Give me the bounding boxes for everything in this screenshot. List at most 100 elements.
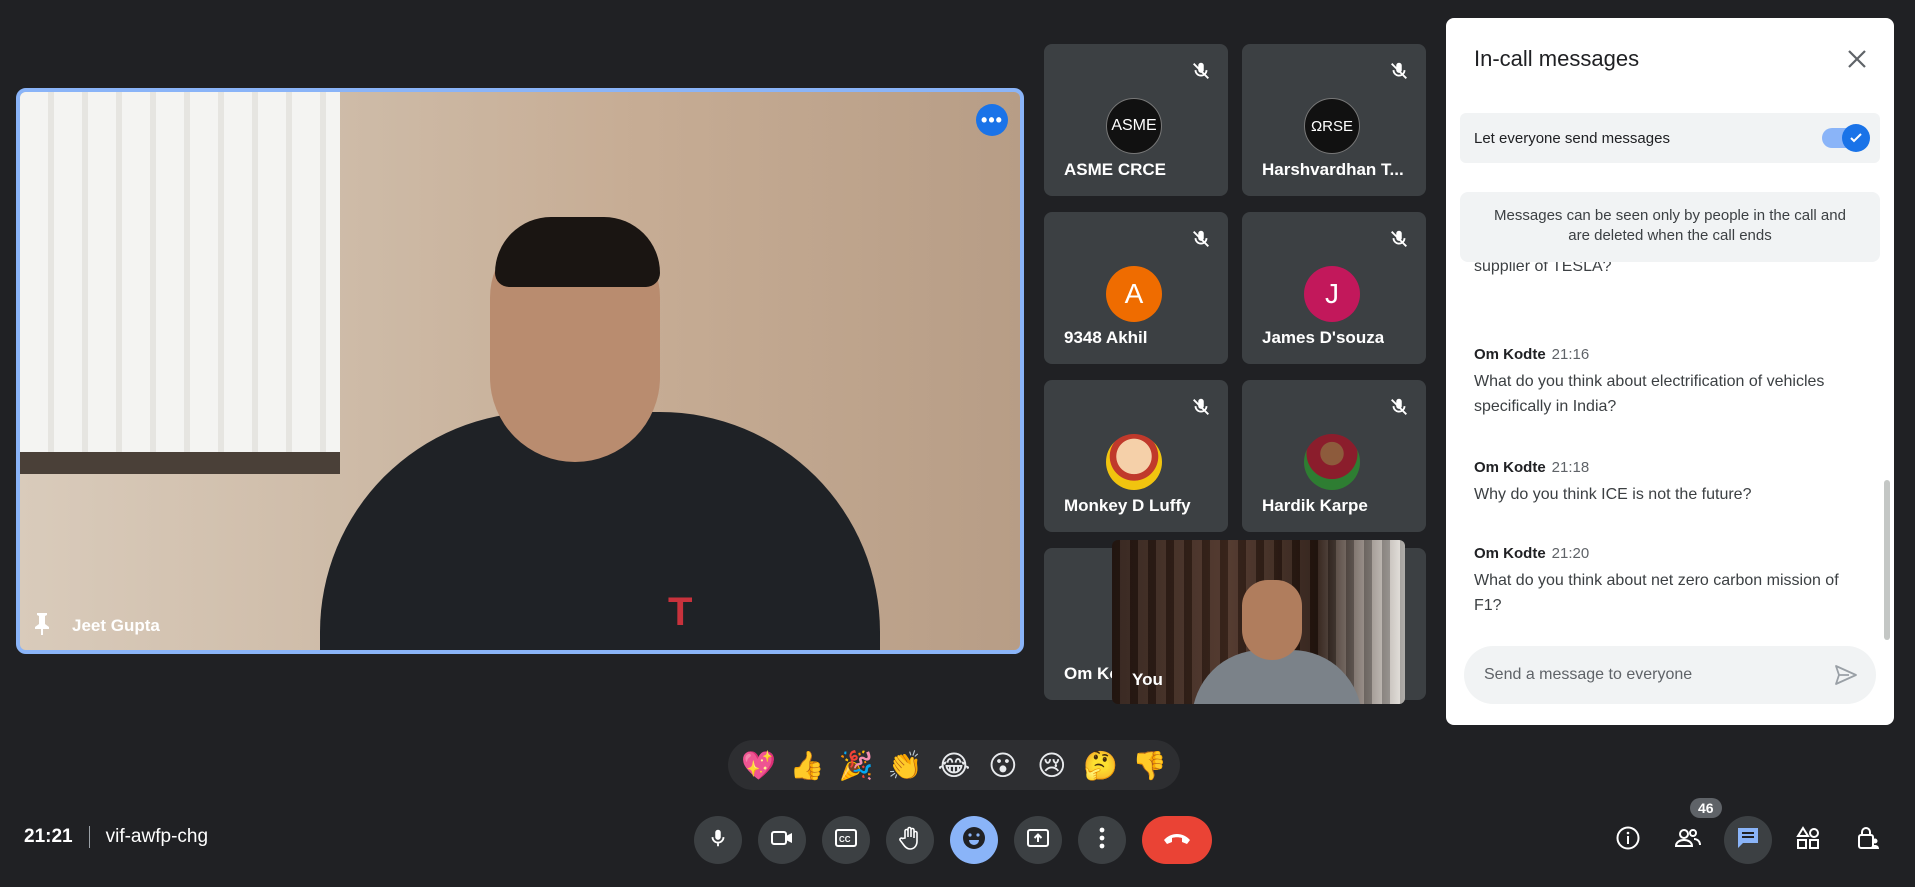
present-screen-icon <box>1026 827 1050 854</box>
message-text: What do you think about net zero carbon … <box>1474 572 1839 614</box>
video-shelf <box>20 452 340 474</box>
participant-avatar <box>1106 434 1162 490</box>
meeting-details-button[interactable] <box>1604 816 1652 864</box>
more-options-button[interactable]: ••• <box>976 104 1008 136</box>
people-icon <box>1674 826 1702 855</box>
mic-off-icon <box>1386 394 1412 420</box>
present-screen-button[interactable] <box>1014 816 1062 864</box>
message-sender: Om Kodte <box>1474 459 1546 476</box>
reaction-thumbs-up[interactable]: 👍 <box>785 743 829 787</box>
reaction-laugh[interactable]: 😂 <box>932 743 976 787</box>
participant-avatar: A <box>1106 266 1162 322</box>
let-everyone-send-toggle[interactable] <box>1822 124 1870 152</box>
participant-tile[interactable]: Monkey D Luffy <box>1044 380 1228 532</box>
reaction-clap[interactable]: 👏 <box>883 743 927 787</box>
microphone-icon <box>707 827 729 854</box>
mic-off-icon <box>1188 394 1214 420</box>
chat-icon <box>1735 825 1761 856</box>
message-sender: Om Kodte <box>1474 545 1546 562</box>
toggle-label: Let everyone send messages <box>1474 129 1670 147</box>
chat-button[interactable] <box>1724 816 1772 864</box>
camera-button[interactable] <box>758 816 806 864</box>
speaker-name: Jeet Gupta <box>72 615 160 635</box>
message-text-partial: supplier of TESLA? <box>1474 262 1612 275</box>
participant-avatar: ASME <box>1106 98 1162 154</box>
message-text: Why do you think ICE is not the future? <box>1474 486 1752 503</box>
svg-text:CC: CC <box>839 835 851 844</box>
main-speaker-tile[interactable]: T ••• Jeet Gupta <box>16 88 1024 654</box>
participant-tile[interactable]: Hardik Karpe <box>1242 380 1426 532</box>
mic-off-icon <box>1386 226 1412 252</box>
close-icon[interactable] <box>1842 44 1872 74</box>
emoji-icon <box>961 825 987 856</box>
participant-avatar: ΩRSE <box>1304 98 1360 154</box>
message-time: 21:20 <box>1551 545 1590 562</box>
reaction-sad[interactable]: 😢 <box>1030 743 1074 787</box>
divider <box>88 826 90 848</box>
raise-hand-button[interactable] <box>886 816 934 864</box>
participant-name: Hardik Karpe <box>1262 496 1368 515</box>
message-text: What do you think about electrification … <box>1474 373 1825 415</box>
mic-off-icon <box>1188 58 1214 84</box>
reaction-party[interactable]: 🎉 <box>834 743 878 787</box>
chat-message: Om Kodte 21:20 What do you think about ne… <box>1474 545 1866 618</box>
participant-name: ASME CRCE <box>1064 160 1167 179</box>
self-view-tile[interactable]: You <box>1112 540 1405 704</box>
chat-notice: Messages can be seen only by people in t… <box>1460 192 1880 262</box>
participant-tile[interactable]: A 9348 Akhil <box>1044 212 1228 364</box>
reaction-bar: 💖 👍 🎉 👏 😂 😮 😢 🤔 👎 <box>728 740 1180 790</box>
reaction-heart[interactable]: 💖 <box>736 743 780 787</box>
mic-off-icon <box>1188 226 1214 252</box>
chat-message: Om Kodte 21:16 What do you think about el… <box>1474 346 1866 419</box>
participant-name: 9348 Akhil <box>1064 328 1148 347</box>
chat-scrollbar[interactable] <box>1884 480 1890 640</box>
message-list: supplier of TESLA? Om Kodte 21:16 What do… <box>1446 262 1894 642</box>
side-controls <box>1604 816 1892 864</box>
end-call-icon <box>1162 831 1192 850</box>
participant-tile[interactable]: J James D'souza <box>1242 212 1426 364</box>
participant-name: Monkey D Luffy <box>1064 496 1191 515</box>
chat-panel-title: In-call messages <box>1474 46 1640 71</box>
participant-tile[interactable]: ΩRSE Harshvardhan T... <box>1242 44 1426 196</box>
people-button[interactable] <box>1664 816 1712 864</box>
raise-hand-icon <box>899 826 921 855</box>
participant-name: Harshvardhan T... <box>1262 160 1404 179</box>
participant-avatar: J <box>1304 266 1360 322</box>
activities-button[interactable] <box>1784 816 1832 864</box>
self-view-label: You <box>1132 670 1163 689</box>
more-options-menu-button[interactable] <box>1078 816 1126 864</box>
people-count-badge: 46 <box>1690 798 1722 818</box>
microphone-button[interactable] <box>694 816 742 864</box>
check-icon <box>1842 124 1870 152</box>
reaction-surprised[interactable]: 😮 <box>981 743 1025 787</box>
chat-panel: In-call messages Let everyone send messa… <box>1446 18 1894 725</box>
reactions-button[interactable] <box>950 816 998 864</box>
shapes-icon <box>1795 825 1821 856</box>
host-controls-button[interactable] <box>1844 816 1892 864</box>
participant-tile[interactable]: ASME ASME CRCE <box>1044 44 1228 196</box>
mic-off-icon <box>1386 58 1412 84</box>
message-time: 21:16 <box>1551 346 1590 363</box>
reaction-thinking[interactable]: 🤔 <box>1079 743 1123 787</box>
speaker-hair <box>495 217 660 287</box>
send-icon[interactable] <box>1828 657 1864 693</box>
meeting-code: vif-awfp-chg <box>105 826 209 847</box>
leave-call-button[interactable] <box>1142 816 1212 864</box>
reaction-thumbs-down[interactable]: 👎 <box>1127 743 1171 787</box>
pin-icon[interactable] <box>32 611 52 640</box>
participant-avatar <box>1304 434 1360 490</box>
speaker-label: Jeet Gupta <box>32 611 160 640</box>
message-permission-row: Let everyone send messages <box>1460 113 1880 163</box>
self-head <box>1242 580 1302 660</box>
info-icon <box>1615 825 1641 856</box>
message-time: 21:18 <box>1551 459 1590 476</box>
captions-button[interactable]: CC <box>822 816 870 864</box>
video-curtain <box>20 92 340 462</box>
lock-person-icon <box>1855 825 1881 856</box>
more-vert-icon <box>1099 827 1105 854</box>
chat-message: Om Kodte 21:18 Why do you think ICE is no… <box>1474 459 1866 507</box>
meeting-info: 21:21 vif-awfp-chg <box>24 826 208 848</box>
message-input[interactable] <box>1484 666 1828 684</box>
closed-captions-icon: CC <box>834 828 858 853</box>
jacket-logo: T <box>668 590 693 634</box>
